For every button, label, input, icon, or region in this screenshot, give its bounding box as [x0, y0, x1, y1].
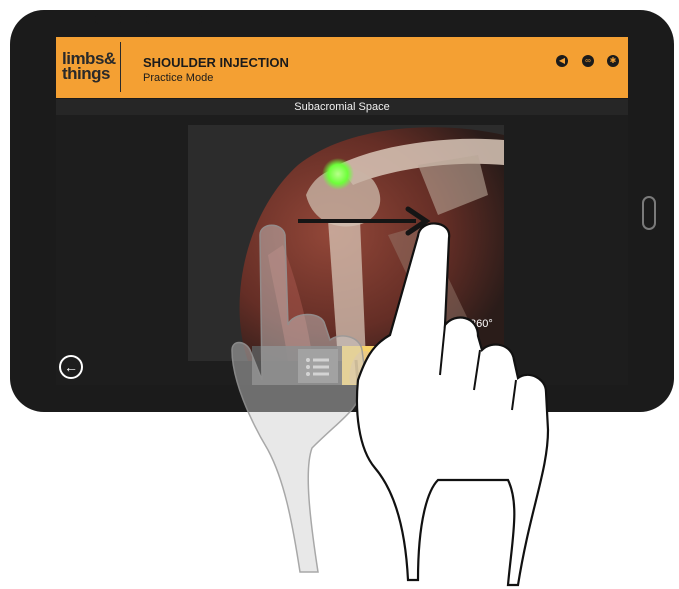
- app-title: SHOULDER INJECTION: [143, 55, 289, 70]
- mode-label: Practice Mode: [143, 72, 214, 84]
- view-title: Subacromial Space: [56, 99, 628, 115]
- shoulder-3d-model[interactable]: [188, 125, 504, 361]
- list-icon[interactable]: [298, 349, 338, 383]
- back-arrow-icon[interactable]: ←: [59, 355, 83, 379]
- tablet-side-button: [95, 14, 121, 24]
- header-divider: [120, 42, 121, 92]
- view-thumbnail-selected[interactable]: [342, 346, 376, 385]
- app-screen: limbs& things SHOULDER INJECTION Practic…: [56, 37, 628, 385]
- gear-icon[interactable]: ✱: [607, 55, 619, 67]
- speaker-icon[interactable]: ◀: [556, 55, 568, 67]
- brand-line-2: things: [62, 64, 110, 83]
- anatomy-viewer[interactable]: 360°: [56, 115, 628, 385]
- rotate-360-icon[interactable]: 360°: [470, 318, 493, 330]
- brand-logo: limbs& things: [62, 50, 116, 83]
- tablet-side-button: [146, 14, 202, 24]
- shoulder-illustration: [188, 125, 504, 361]
- home-button[interactable]: [642, 196, 656, 230]
- link-icon[interactable]: ∞: [582, 55, 594, 67]
- app-header: limbs& things SHOULDER INJECTION Practic…: [56, 37, 628, 98]
